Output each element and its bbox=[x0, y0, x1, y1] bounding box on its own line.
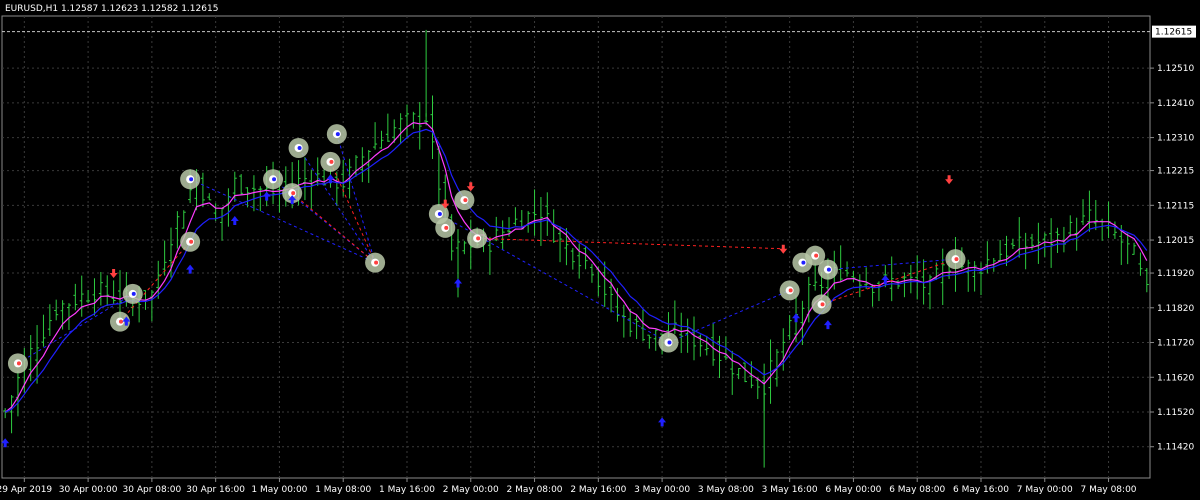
fast-ma-line bbox=[4, 121, 1148, 413]
signal-dot bbox=[437, 212, 442, 216]
y-tick-label: 1.11420 bbox=[1157, 443, 1194, 453]
y-tick-label: 1.12410 bbox=[1157, 99, 1194, 109]
signal-dot bbox=[476, 236, 481, 241]
signal-dot bbox=[335, 132, 340, 137]
up-arrow-icon bbox=[658, 417, 667, 427]
signal-dot bbox=[667, 340, 672, 345]
signal-dot bbox=[329, 159, 334, 164]
y-tick-label: 1.12015 bbox=[1157, 236, 1194, 246]
signal-dot bbox=[826, 267, 831, 272]
x-tick-label: 6 May 00:00 bbox=[825, 485, 881, 495]
x-tick-label: 3 May 16:00 bbox=[762, 485, 818, 495]
x-tick-label: 30 Apr 16:00 bbox=[186, 485, 245, 495]
x-tick-label: 2 May 00:00 bbox=[443, 485, 499, 495]
signal-marker bbox=[180, 231, 201, 252]
signal-marker bbox=[945, 249, 966, 270]
chart-window[interactable]: EURUSD,H1 1.12587 1.12623 1.12582 1.1261… bbox=[0, 0, 1200, 500]
x-tick-label: 1 May 00:00 bbox=[251, 485, 307, 495]
signal-dot bbox=[272, 177, 277, 182]
signal-marker bbox=[365, 252, 386, 273]
signal-link bbox=[119, 241, 191, 323]
signal-dot bbox=[131, 291, 136, 296]
current-price-label: 1.12615 bbox=[1155, 28, 1192, 38]
x-tick-label: 1 May 16:00 bbox=[379, 485, 435, 495]
up-arrow-icon bbox=[792, 313, 801, 323]
x-tick-label: 30 Apr 00:00 bbox=[59, 485, 118, 495]
signal-marker bbox=[817, 259, 838, 280]
signal-link bbox=[668, 289, 790, 343]
x-tick-label: 7 May 00:00 bbox=[1017, 485, 1073, 495]
down-arrow-icon bbox=[779, 244, 788, 254]
up-arrow-icon bbox=[186, 264, 195, 274]
up-arrow-icon bbox=[823, 320, 832, 330]
signal-marker bbox=[435, 217, 456, 238]
x-tick-label: 6 May 08:00 bbox=[889, 485, 945, 495]
down-arrow-icon bbox=[109, 269, 118, 279]
price-chart[interactable]: 1.12510 1.12410 1.12310 1.12215 1.12115 1.120… bbox=[0, 0, 1200, 500]
signal-marker bbox=[180, 169, 201, 190]
slow-ma-line bbox=[4, 128, 1148, 413]
signal-dot bbox=[189, 177, 194, 182]
signal-marker bbox=[658, 332, 679, 353]
signal-dot bbox=[801, 260, 806, 265]
x-tick-label: 29 Apr 2019 bbox=[0, 485, 52, 495]
y-tick-label: 1.11720 bbox=[1157, 339, 1194, 349]
signal-marker bbox=[467, 228, 488, 249]
x-tick-label: 30 Apr 08:00 bbox=[123, 485, 182, 495]
x-tick-label: 3 May 00:00 bbox=[634, 485, 690, 495]
y-tick-label: 1.11920 bbox=[1157, 269, 1194, 279]
signal-marker bbox=[454, 190, 475, 211]
signal-dot bbox=[954, 257, 959, 262]
signal-dot bbox=[820, 302, 825, 307]
y-tick-label: 1.12510 bbox=[1157, 64, 1194, 74]
y-tick-label: 1.12115 bbox=[1157, 201, 1194, 211]
signal-marker bbox=[7, 353, 28, 374]
x-tick-label: 2 May 08:00 bbox=[507, 485, 563, 495]
signal-marker bbox=[811, 294, 832, 315]
x-tick-label: 2 May 16:00 bbox=[570, 485, 626, 495]
signal-marker bbox=[263, 169, 284, 190]
signal-link bbox=[336, 133, 376, 263]
signal-dot bbox=[444, 225, 449, 230]
signal-dot bbox=[291, 191, 296, 196]
signal-marker bbox=[779, 280, 800, 301]
x-tick-label: 3 May 08:00 bbox=[698, 485, 754, 495]
y-tick-label: 1.12310 bbox=[1157, 134, 1194, 144]
y-tick-label: 1.11520 bbox=[1157, 408, 1194, 418]
x-tick-label: 1 May 08:00 bbox=[315, 485, 371, 495]
signal-dot bbox=[814, 253, 819, 258]
y-tick-label: 1.11820 bbox=[1157, 304, 1194, 314]
moving-averages bbox=[4, 121, 1148, 413]
up-arrow-icon bbox=[230, 215, 239, 225]
y-tick-label: 1.11620 bbox=[1157, 373, 1194, 383]
signal-marker bbox=[122, 283, 143, 304]
up-arrow-icon bbox=[262, 191, 271, 201]
up-arrow-icon bbox=[881, 275, 890, 284]
down-arrow-icon bbox=[466, 182, 475, 192]
signal-link bbox=[291, 192, 376, 264]
y-tick-label: 1.12215 bbox=[1157, 167, 1194, 177]
x-tick-label: 6 May 16:00 bbox=[953, 485, 1009, 495]
signal-dot bbox=[189, 239, 194, 244]
down-arrow-icon bbox=[945, 175, 954, 185]
signal-dot bbox=[463, 198, 468, 203]
signal-marker bbox=[326, 124, 347, 145]
signal-marker bbox=[288, 138, 309, 158]
signal-dot bbox=[788, 288, 793, 293]
x-tick-label: 7 May 08:00 bbox=[1081, 485, 1137, 495]
signal-dot bbox=[297, 146, 302, 150]
price-bars bbox=[3, 29, 1149, 468]
chart-title: EURUSD,H1 1.12587 1.12623 1.12582 1.1261… bbox=[5, 4, 219, 14]
signal-marker bbox=[320, 151, 341, 172]
signal-dot bbox=[374, 260, 379, 265]
signal-dot bbox=[16, 361, 21, 366]
up-arrow-icon bbox=[454, 278, 463, 288]
